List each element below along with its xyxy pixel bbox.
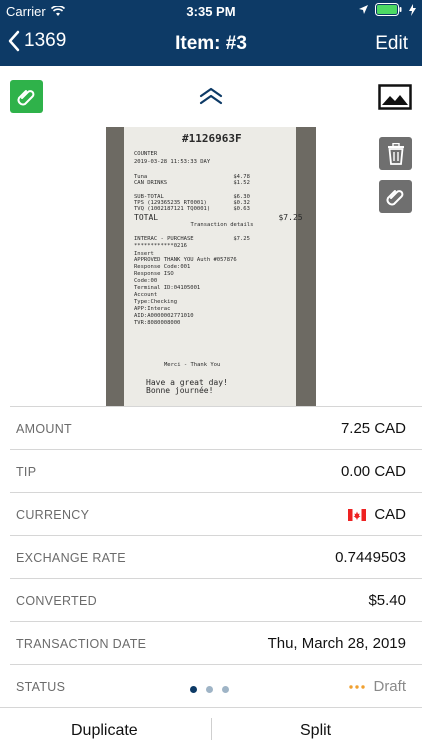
receipt-line: Transaction details xyxy=(164,222,254,228)
battery-icon xyxy=(375,3,402,16)
currency-value-group: CAD xyxy=(348,506,406,523)
canada-flag-icon xyxy=(348,508,367,521)
tip-value: 0.00 CAD xyxy=(340,463,406,480)
more-dots-icon xyxy=(349,684,366,689)
delete-button[interactable] xyxy=(379,137,412,170)
page-dot[interactable] xyxy=(190,686,197,693)
receipt-line: Terminal ID:04105001 xyxy=(134,285,201,291)
receipt-line: Merci - Thank You xyxy=(164,362,221,368)
receipt-line: TOTAL $7.25 xyxy=(134,213,303,222)
transaction-date-row[interactable]: TRANSACTION DATE Thu, March 28, 2019 xyxy=(10,621,422,664)
page-indicator[interactable] xyxy=(190,686,229,693)
amount-label: AMOUNT xyxy=(16,422,72,436)
status-value-group: Draft xyxy=(349,678,406,695)
page-title: Item: #3 xyxy=(175,33,247,54)
receipt-line: TVR:8080008000 xyxy=(134,320,181,326)
collapse-chevron-icon[interactable] xyxy=(198,86,224,106)
receipt-line: Type:Checking xyxy=(134,299,178,305)
exchange-rate-row[interactable]: EXCHANGE RATE 0.7449503 xyxy=(10,535,422,578)
charging-icon xyxy=(409,3,416,16)
receipt-line: TVQ (1002187121 TQ0001) $0.63 xyxy=(134,206,250,212)
location-icon xyxy=(359,5,368,14)
action-bar: Duplicate Split xyxy=(0,707,422,750)
attach-button[interactable] xyxy=(10,80,43,113)
paperclip-icon xyxy=(386,189,403,205)
amount-value: 7.25 CAD xyxy=(340,420,406,437)
receipt-line: 2019-03-28 11:53:33 DAY xyxy=(134,159,211,165)
exchange-rate-label: EXCHANGE RATE xyxy=(16,551,126,565)
receipt-line: Response Code:001 xyxy=(134,264,191,270)
receipt-line: Account xyxy=(134,292,158,298)
amount-row[interactable]: AMOUNT 7.25 CAD xyxy=(10,406,422,449)
paperclip-icon xyxy=(17,89,34,105)
receipt-line: Bonne journée! xyxy=(146,386,214,395)
receipt-line: AID:A0000002771010 xyxy=(134,313,194,319)
receipt-line: APP:Interac xyxy=(134,306,171,312)
detail-list: AMOUNT 7.25 CAD TIP 0.00 CAD CURRENCY CA… xyxy=(0,406,422,707)
page-dot[interactable] xyxy=(222,686,229,693)
status-label: STATUS xyxy=(16,680,66,694)
receipt-id: #1126963F xyxy=(182,132,242,145)
tip-label: TIP xyxy=(16,465,37,479)
tip-row[interactable]: TIP 0.00 CAD xyxy=(10,449,422,492)
status-bar: Carrier 3:35 PM xyxy=(0,0,422,22)
currency-row[interactable]: CURRENCY CAD xyxy=(10,492,422,535)
receipt-paper: #1126963F COUNTER 2019-03-28 11:53:33 DAY… xyxy=(124,127,303,406)
receipt-line: Response ISO xyxy=(134,271,174,277)
trash-icon xyxy=(387,142,404,165)
converted-row[interactable]: CONVERTED $5.40 xyxy=(10,578,422,621)
converted-label: CONVERTED xyxy=(16,594,97,608)
status-right xyxy=(358,3,416,16)
split-button[interactable]: Split xyxy=(300,722,331,740)
transaction-date-value: Thu, March 28, 2019 xyxy=(267,635,406,652)
receipt-line: Code:00 xyxy=(134,278,158,284)
receipt-line: INTERAC - PURCHASE $7.25 xyxy=(134,236,250,242)
footer-divider xyxy=(211,718,212,740)
navigation-bar: 1369 Item: #3 Edit xyxy=(0,22,422,66)
currency-value: CAD xyxy=(374,506,406,523)
currency-label: CURRENCY xyxy=(16,508,90,522)
receipt-line: COUNTER xyxy=(134,151,158,157)
receipt-image[interactable]: #1126963F COUNTER 2019-03-28 11:53:33 DAY… xyxy=(106,127,316,406)
exchange-rate-value: 0.7449503 xyxy=(335,549,406,566)
page-dot[interactable] xyxy=(206,686,213,693)
receipt-line: CAN DRINKS $1.52 xyxy=(134,180,250,186)
duplicate-button[interactable]: Duplicate xyxy=(71,722,138,740)
status-value: Draft xyxy=(373,678,406,695)
converted-value: $5.40 xyxy=(368,592,406,609)
image-icon[interactable] xyxy=(378,84,412,110)
attachment-button[interactable] xyxy=(379,180,412,213)
edit-button[interactable]: Edit xyxy=(375,33,408,55)
transaction-date-label: TRANSACTION DATE xyxy=(16,637,147,651)
receipt-line: ************0216 xyxy=(134,243,187,249)
receipt-line: APPROVED THANK YOU Auth #057876 xyxy=(134,257,237,263)
